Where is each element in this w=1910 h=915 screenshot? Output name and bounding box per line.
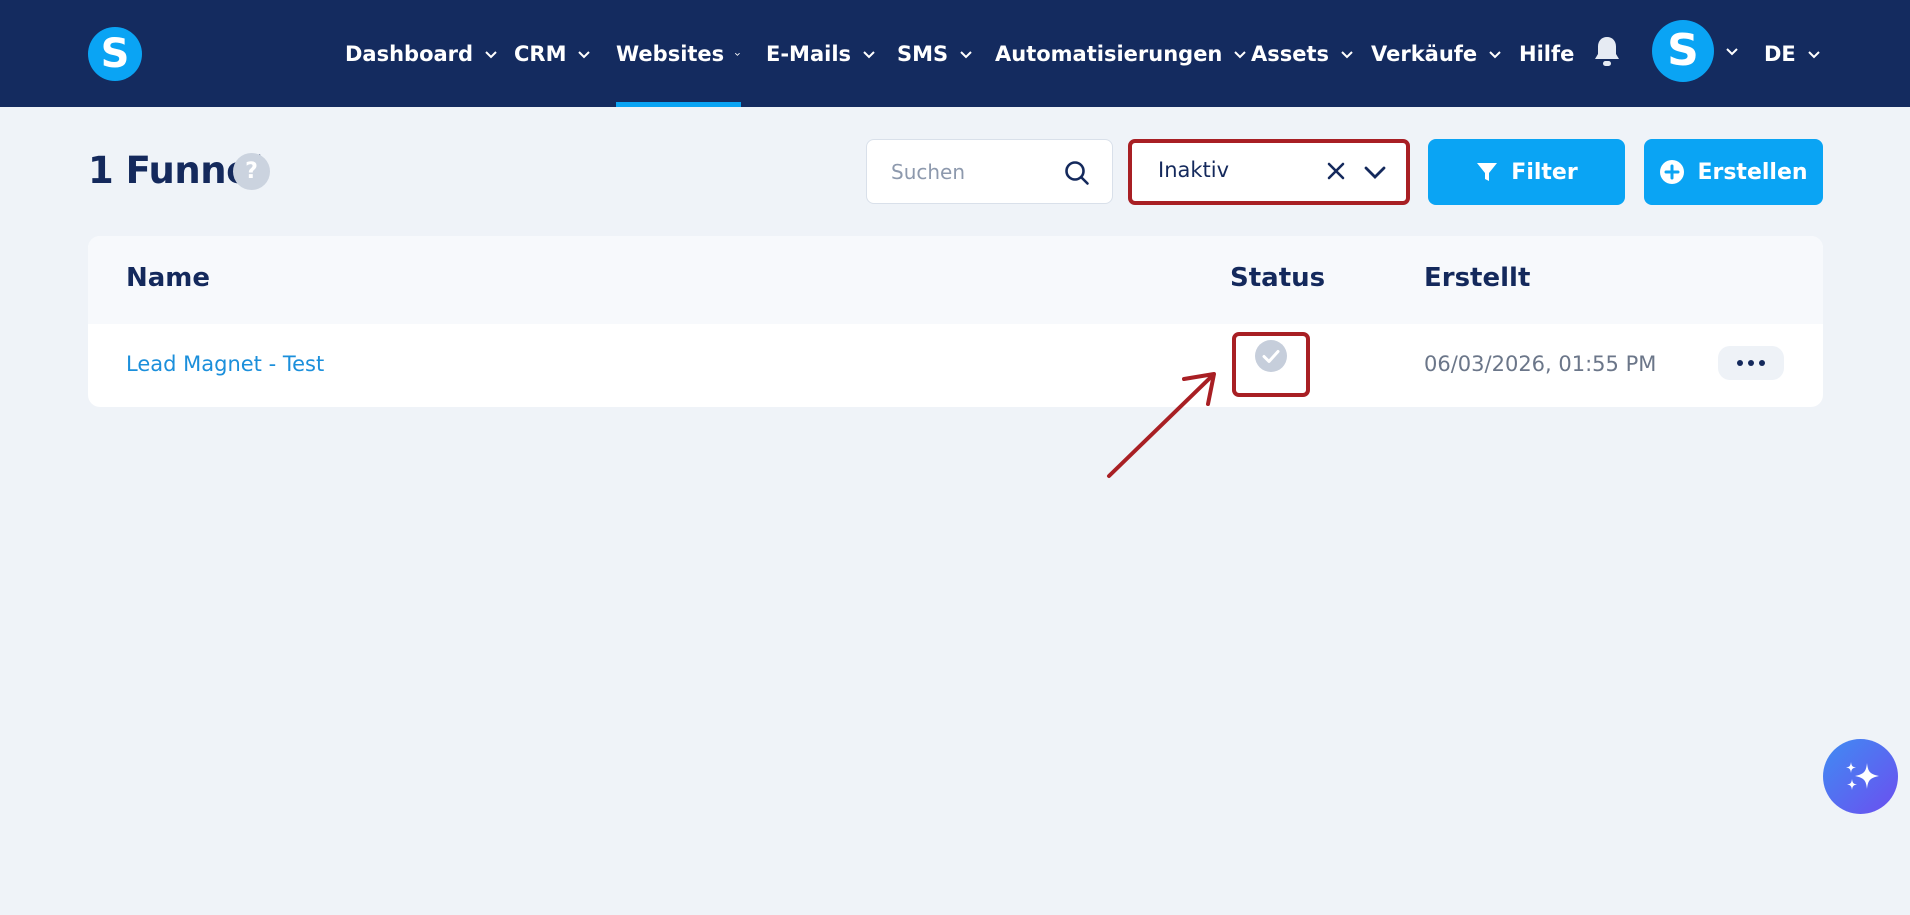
chevron-down-icon	[1489, 50, 1501, 58]
funnel-icon	[1477, 163, 1498, 181]
filter-button-label: Filter	[1511, 159, 1578, 185]
nav-item-label: Dashboard	[345, 41, 474, 66]
chevron-down-icon	[578, 50, 591, 58]
language-selector[interactable]: DE	[1764, 0, 1822, 107]
chevron-down-icon	[1808, 50, 1820, 58]
chevron-down-icon	[1341, 50, 1353, 58]
nav-item-label: CRM	[514, 41, 567, 66]
filter-button[interactable]: Filter	[1428, 139, 1625, 205]
nav-item-verkaeufe[interactable]: Verkäufe	[1371, 0, 1503, 107]
dot	[1737, 360, 1743, 366]
dot	[1759, 360, 1765, 366]
chevron-down-icon	[863, 50, 875, 58]
nav-item-websites[interactable]: Websites	[616, 0, 741, 107]
search-box	[866, 139, 1113, 204]
highlight-box-status-filter	[1128, 139, 1410, 205]
chevron-down-icon	[1234, 50, 1247, 58]
column-header-status[interactable]: Status	[1230, 263, 1325, 293]
more-actions-button[interactable]	[1718, 346, 1784, 380]
column-header-created[interactable]: Erstellt	[1424, 263, 1530, 293]
nav-item-crm[interactable]: CRM	[514, 0, 592, 107]
avatar[interactable]: S	[1652, 20, 1714, 82]
nav-item-automatisierungen[interactable]: Automatisierungen	[995, 0, 1248, 107]
nav-item-label: Websites	[616, 41, 725, 66]
nav-item-emails[interactable]: E-Mails	[766, 0, 877, 107]
table-header: Name Status Erstellt	[88, 236, 1823, 324]
annotation-arrow	[1107, 372, 1216, 478]
nav-item-label: Hilfe	[1519, 41, 1575, 66]
chevron-down-icon[interactable]	[1724, 43, 1740, 59]
nav-item-label: SMS	[897, 41, 949, 66]
create-button-label: Erstellen	[1697, 159, 1808, 185]
nav-item-hilfe[interactable]: Hilfe	[1519, 0, 1574, 107]
create-button[interactable]: Erstellen	[1644, 139, 1823, 205]
nav-item-label: Automatisierungen	[995, 41, 1223, 66]
nav-item-label: Verkäufe	[1371, 41, 1478, 66]
nav-item-label: E-Mails	[766, 41, 852, 66]
nav-item-dashboard[interactable]: Dashboard	[345, 0, 499, 107]
dot	[1748, 360, 1754, 366]
nav-item-assets[interactable]: Assets	[1251, 0, 1355, 107]
created-date: 06/03/2026, 01:55 PM	[1424, 352, 1657, 376]
chevron-down-icon	[485, 50, 497, 58]
chevron-down-icon	[735, 52, 741, 56]
help-icon[interactable]: ?	[233, 153, 270, 190]
bell-icon[interactable]	[1592, 34, 1622, 68]
funnel-name-link[interactable]: Lead Magnet - Test	[126, 352, 324, 376]
nav-item-label: Assets	[1251, 41, 1330, 66]
column-header-name[interactable]: Name	[126, 263, 210, 293]
chevron-down-icon	[960, 50, 972, 58]
plus-circle-icon	[1660, 160, 1685, 184]
ai-assistant-button[interactable]	[1823, 739, 1898, 814]
language-label: DE	[1764, 41, 1796, 66]
top-navigation-bar: S Dashboard CRM Websites E-Mails SMS Aut…	[0, 0, 1910, 107]
sparkles-icon	[1846, 762, 1879, 790]
highlight-box-status-icon	[1232, 332, 1310, 397]
nav-item-sms[interactable]: SMS	[897, 0, 974, 107]
table-row[interactable]: Lead Magnet - Test 06/03/2026, 01:55 PM	[88, 324, 1823, 407]
search-input[interactable]	[891, 158, 1051, 186]
search-icon[interactable]	[1063, 159, 1091, 187]
funnel-table: Name Status Erstellt Lead Magnet - Test …	[88, 236, 1823, 407]
app-logo[interactable]: S	[88, 27, 142, 81]
